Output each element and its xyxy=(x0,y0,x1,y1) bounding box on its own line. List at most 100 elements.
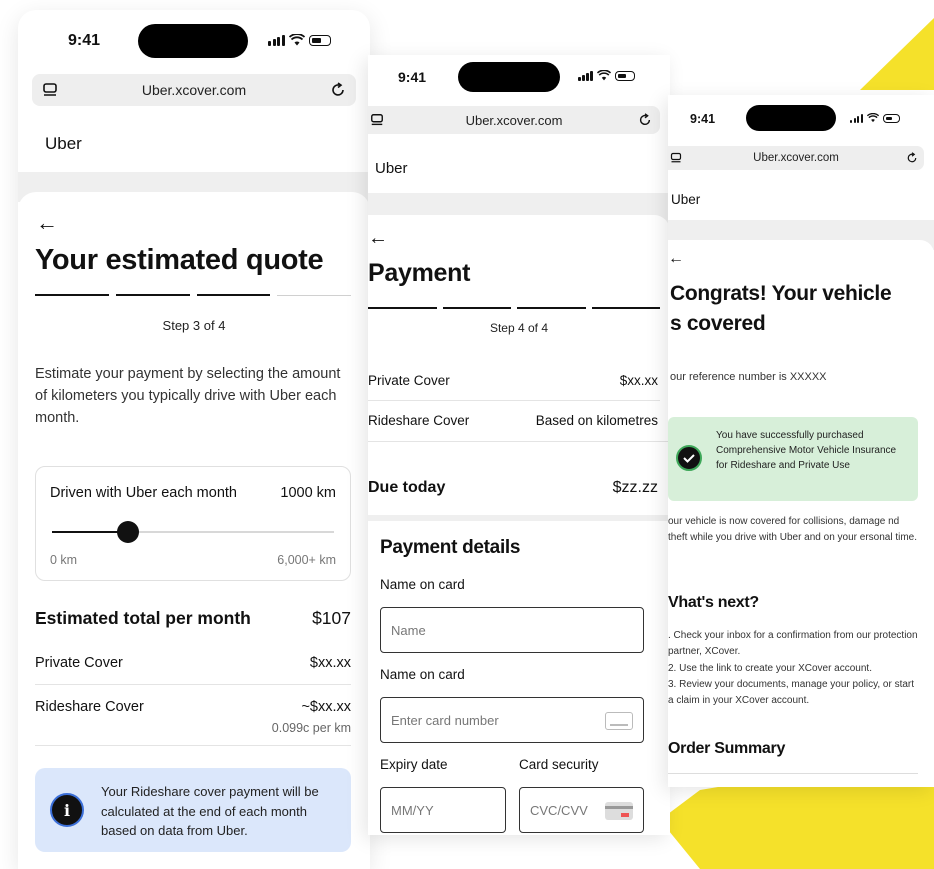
order-summary-title: Order Summary xyxy=(668,740,786,757)
brand-logo: Uber xyxy=(375,160,408,177)
tabs-icon[interactable] xyxy=(670,152,682,164)
expiry-label: Expiry date xyxy=(380,757,448,772)
section-divider xyxy=(368,515,670,521)
rideshare-cover-label: Rideshare Cover xyxy=(368,413,470,428)
mockup-stage: 9:41 Uber.xcover.com Uber ← Your estimat… xyxy=(0,0,934,869)
due-label: Due today xyxy=(368,479,446,496)
url-bar[interactable]: Uber.xcover.com xyxy=(668,146,924,170)
step-segment xyxy=(517,307,586,309)
check-icon xyxy=(676,445,702,471)
signal-icon xyxy=(268,34,285,46)
total-label: Estimated total per month xyxy=(35,608,251,628)
reload-icon[interactable] xyxy=(638,113,652,127)
security-placeholder: CVC/CVV xyxy=(530,802,588,818)
security-label: Card security xyxy=(519,757,599,772)
tabs-icon[interactable] xyxy=(42,82,58,98)
rideshare-rate: 0.099c per km xyxy=(271,721,351,735)
page-title-line1: Congrats! Your vehicle xyxy=(670,282,892,305)
phone-screen-confirmation: 9:41 Uber.xcover.com Uber ← Congrats! Yo… xyxy=(668,95,934,787)
divider xyxy=(368,441,670,442)
page-title-line2: s covered xyxy=(670,312,766,335)
success-banner: You have successfully purchased Comprehe… xyxy=(668,417,918,501)
payment-details-title: Payment details xyxy=(380,537,521,558)
step-segment xyxy=(277,295,351,296)
private-cover-row: Private Cover $xx.xx xyxy=(368,373,658,388)
expiry-field[interactable]: MM/YY xyxy=(380,787,506,833)
step-segment xyxy=(368,307,437,309)
name-placeholder: Name xyxy=(391,622,426,638)
slider-thumb[interactable] xyxy=(117,521,140,543)
quote-card: ← Your estimated quote Step 3 of 4 Estim… xyxy=(18,192,370,869)
rideshare-cover-value: Based on kilometres xyxy=(535,413,658,428)
step-segment xyxy=(591,307,660,309)
status-time: 9:41 xyxy=(68,32,101,49)
private-cover-value: $xx.xx xyxy=(619,373,658,388)
url-text: Uber.xcover.com xyxy=(753,152,839,164)
info-banner: i Your Rideshare cover payment will be c… xyxy=(35,768,351,852)
page-title: Payment xyxy=(368,259,471,287)
km-slider-card: Driven with Uber each month 1000 km 0 km… xyxy=(35,466,351,581)
whats-next-title: Vhat's next? xyxy=(668,594,759,611)
next-step-2: 2. Use the link to create your XCover ac… xyxy=(668,663,872,674)
next-step-3: 3. Review your documents, manage your po… xyxy=(668,679,915,706)
status-icons xyxy=(850,113,900,123)
url-bar[interactable]: Uber.xcover.com xyxy=(32,74,356,106)
brand-logo: Uber xyxy=(45,134,82,153)
back-arrow-icon[interactable]: ← xyxy=(368,227,388,250)
step-segment xyxy=(442,307,511,309)
estimated-total-row: Estimated total per month $107 xyxy=(35,608,351,629)
slider-min: 0 km xyxy=(50,553,78,567)
back-arrow-icon[interactable]: ← xyxy=(36,210,58,236)
status-time: 9:41 xyxy=(690,112,716,126)
battery-icon xyxy=(308,34,331,46)
success-text: You have successfully purchased Comprehe… xyxy=(716,430,897,471)
reload-icon[interactable] xyxy=(906,152,918,164)
card-number-placeholder: Enter card number xyxy=(391,712,499,728)
wifi-icon xyxy=(288,34,305,46)
signal-icon xyxy=(850,113,863,123)
dynamic-island xyxy=(458,62,560,92)
battery-icon xyxy=(614,70,635,81)
info-icon: i xyxy=(50,793,84,827)
slider-range: 0 km 6,000+ km xyxy=(50,553,336,567)
dynamic-island xyxy=(746,105,836,131)
divider xyxy=(35,684,351,685)
private-cover-label: Private Cover xyxy=(35,655,123,671)
expiry-placeholder: MM/YY xyxy=(391,802,434,818)
rideshare-cover-row: Rideshare Cover ~$xx.xx xyxy=(35,699,351,715)
tabs-icon[interactable] xyxy=(370,113,384,127)
phone-screen-payment: 9:41 Uber.xcover.com Uber ← Payment Step… xyxy=(368,55,670,835)
slider-header: Driven with Uber each month 1000 km xyxy=(50,485,336,501)
status-time: 9:41 xyxy=(398,69,427,85)
slider-max: 6,000+ km xyxy=(277,553,336,567)
dynamic-island xyxy=(138,24,248,58)
step-segment xyxy=(115,294,190,296)
reference-number: our reference number is XXXXX xyxy=(670,371,827,383)
back-arrow-icon[interactable]: ← xyxy=(668,250,684,268)
confirmation-card: ← Congrats! Your vehicle s covered our r… xyxy=(668,240,934,787)
status-bar: 9:41 xyxy=(18,10,370,70)
due-today-row: Due today $zz.zz xyxy=(368,479,658,497)
step-progress xyxy=(35,294,351,296)
status-bar: 9:41 xyxy=(368,55,670,105)
status-icons xyxy=(268,34,331,46)
rideshare-cover-row: Rideshare Cover Based on kilometres xyxy=(368,413,658,428)
divider xyxy=(668,773,918,774)
name-field[interactable]: Name xyxy=(380,607,644,653)
card-number-field[interactable]: Enter card number xyxy=(380,697,644,743)
divider xyxy=(35,745,351,746)
url-text: Uber.xcover.com xyxy=(465,112,563,128)
slider-label: Driven with Uber each month xyxy=(50,485,237,501)
url-bar[interactable]: Uber.xcover.com xyxy=(368,106,660,134)
rideshare-cover-label: Rideshare Cover xyxy=(35,699,144,715)
reload-icon[interactable] xyxy=(330,82,346,98)
covered-text: our vehicle is now covered for collision… xyxy=(668,516,918,543)
rideshare-cover-value: ~$xx.xx xyxy=(301,699,351,715)
private-cover-value: $xx.xx xyxy=(309,655,351,671)
step-label: Step 4 of 4 xyxy=(489,321,549,335)
next-step-1: . Check your inbox for a confirmation fr… xyxy=(668,630,918,657)
total-value: $107 xyxy=(312,608,351,628)
security-field[interactable]: CVC/CVV xyxy=(519,787,644,833)
step-progress xyxy=(368,307,660,309)
phone-screen-quote: 9:41 Uber.xcover.com Uber ← Your estimat… xyxy=(18,10,370,869)
